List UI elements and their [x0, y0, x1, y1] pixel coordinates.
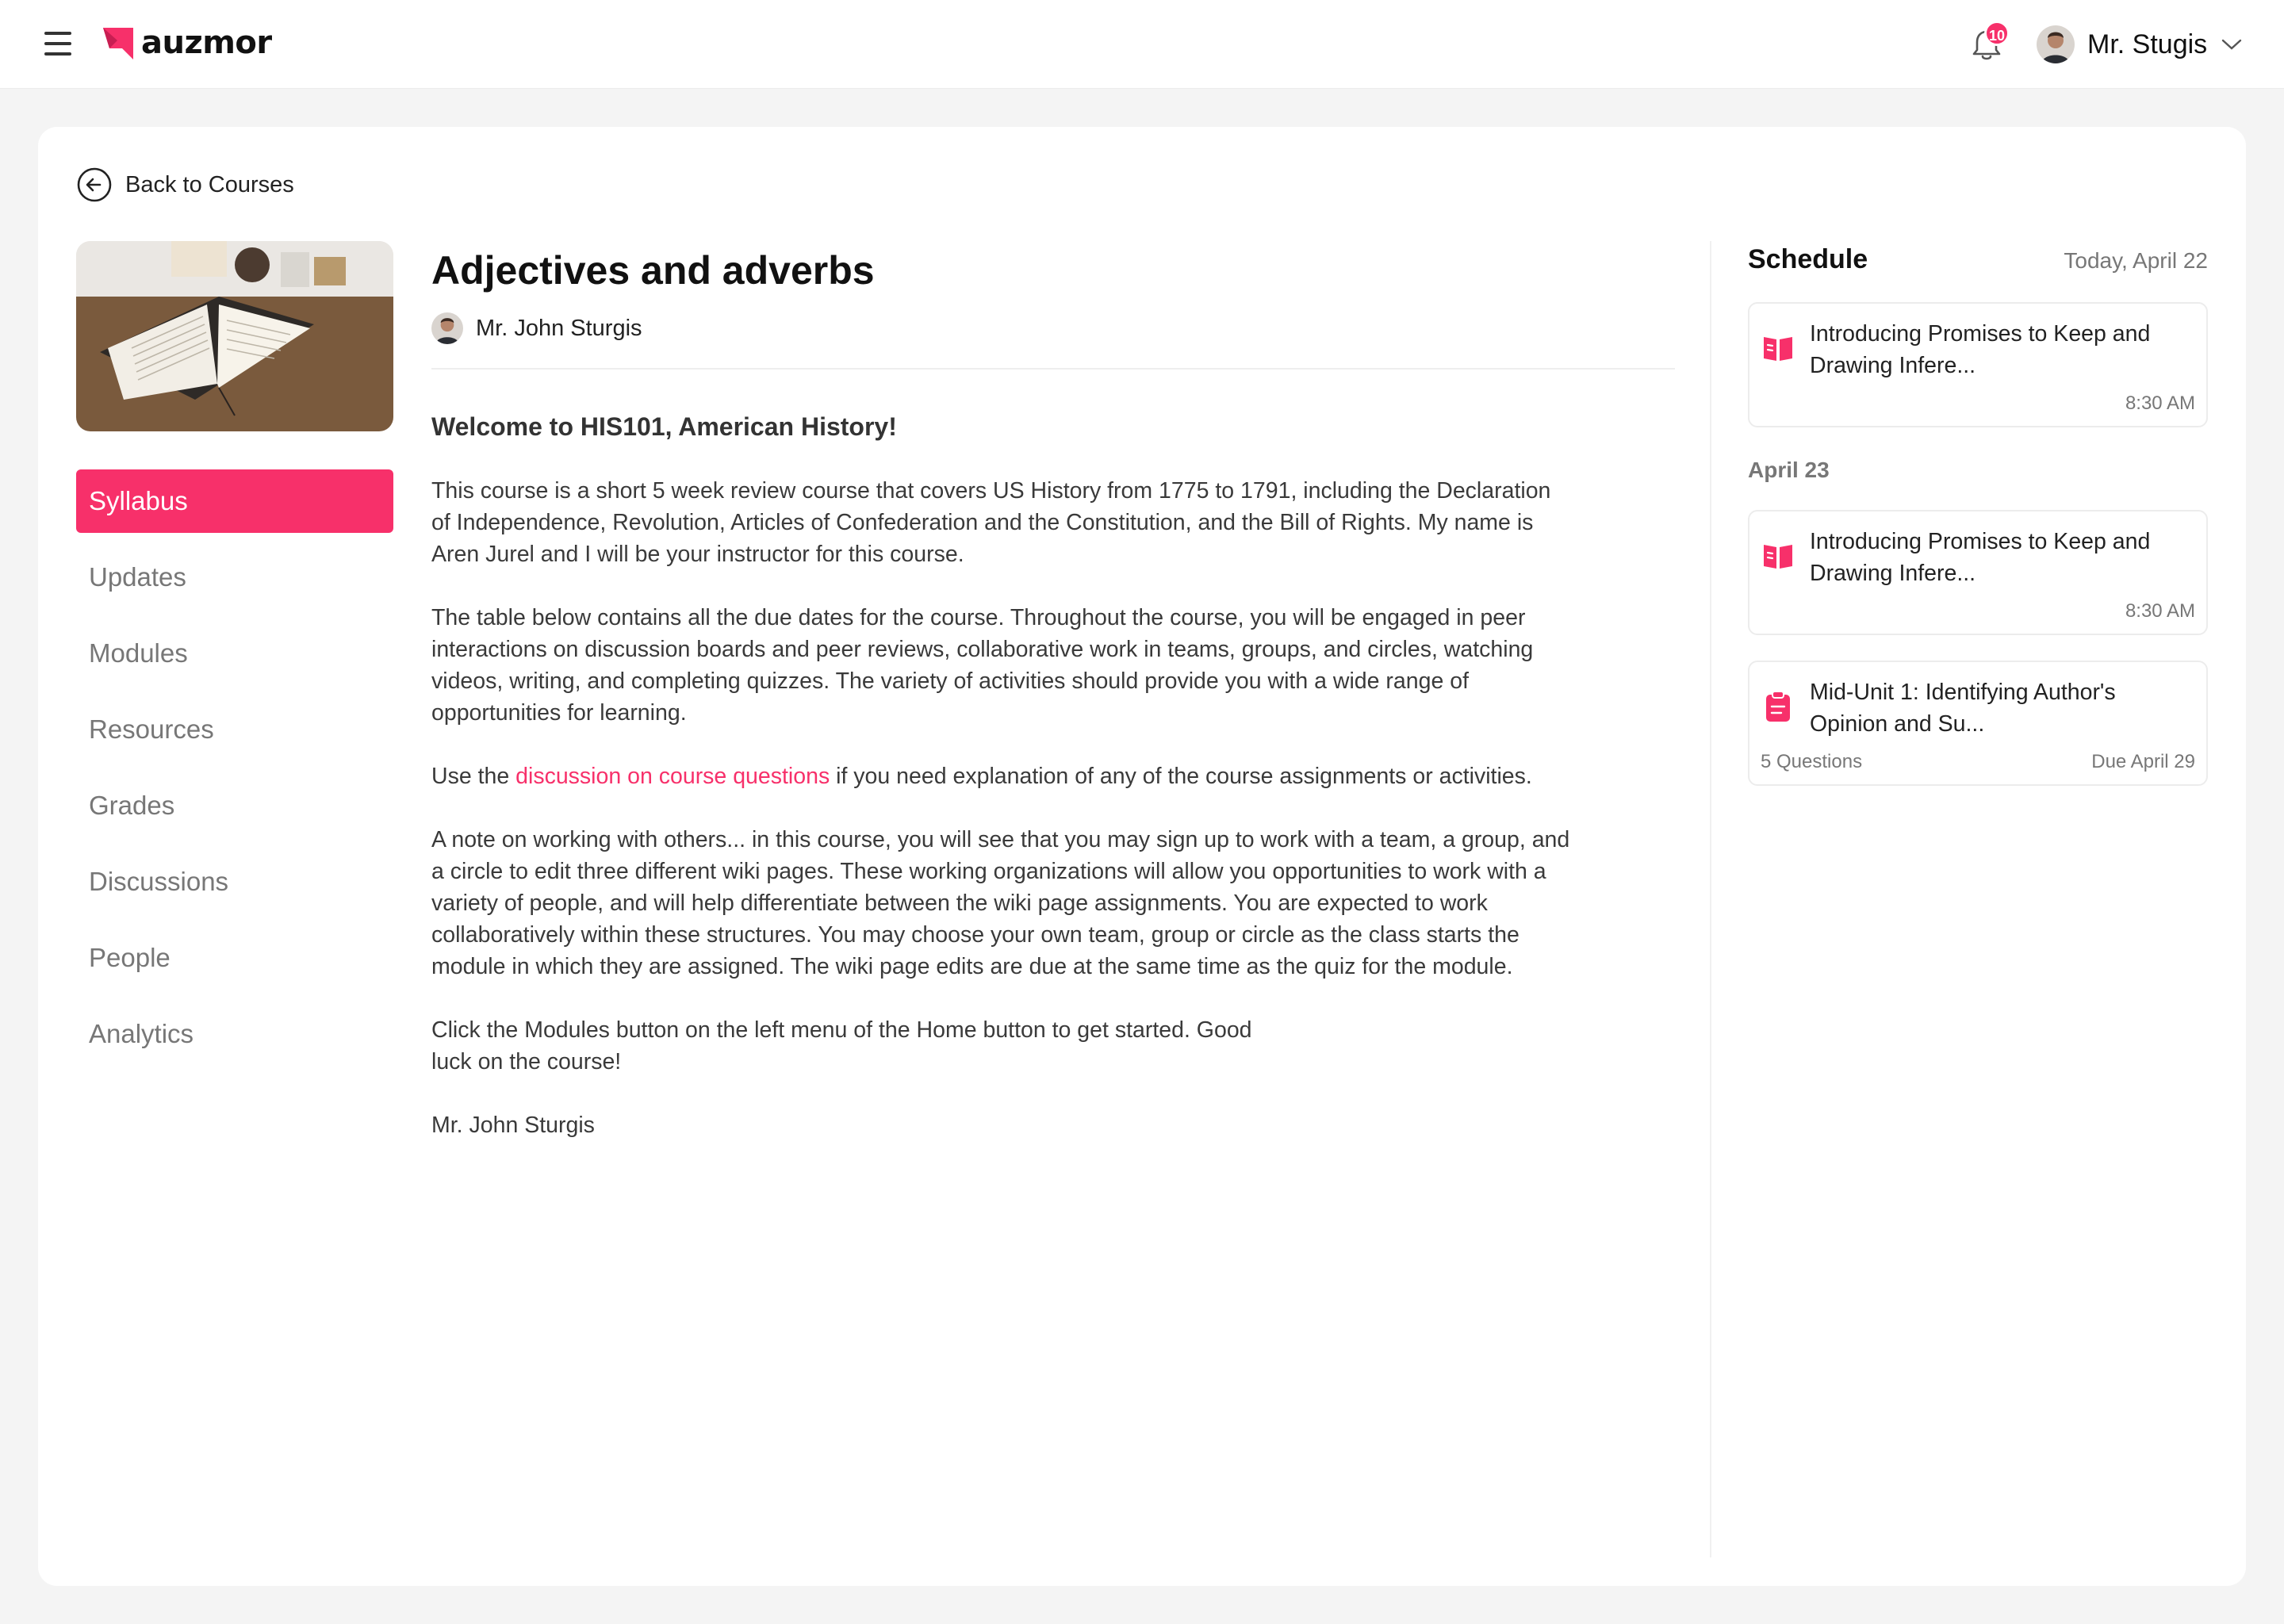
user-name: Mr. Stugis: [2087, 29, 2208, 59]
course-nav: Syllabus Updates Modules Resources Grade…: [76, 469, 393, 1078]
schedule-item-footer: 5 Questions Due April 29: [1761, 751, 2195, 773]
nav-item-people[interactable]: People: [76, 926, 393, 990]
user-avatar: [2037, 25, 2075, 63]
discussion-link[interactable]: discussion on course questions: [515, 764, 830, 789]
instructor-name: Mr. John Sturgis: [476, 315, 642, 341]
schedule-item-title: Introducing Promises to Keep and Drawing…: [1810, 529, 2151, 586]
column-divider: [1710, 241, 1711, 1557]
nav-item-updates[interactable]: Updates: [76, 546, 393, 609]
schedule-item-title: Introducing Promises to Keep and Drawing…: [1810, 321, 2151, 378]
back-to-courses-link[interactable]: Back to Courses: [76, 167, 294, 203]
paragraph-discussion: Use the discussion on course questions i…: [431, 760, 1573, 792]
logo-mark-icon: [103, 28, 133, 59]
discussion-text-before: Use the: [431, 764, 516, 789]
schedule-title: Schedule: [1748, 244, 1868, 274]
instructor-avatar: [431, 312, 463, 344]
paragraph-get-started: Click the Modules button on the left men…: [431, 1017, 1252, 1074]
menu-icon[interactable]: [44, 32, 71, 56]
nav-item-grades[interactable]: Grades: [76, 774, 393, 837]
discussion-text-after: if you need explanation of any of the co…: [830, 764, 1532, 789]
paragraph-due-dates: The table below contains all the due dat…: [431, 605, 1534, 726]
course-thumbnail: [76, 241, 393, 431]
paragraph-working-with-others: A note on working with others... in this…: [431, 827, 1570, 979]
question-count: 5 Questions: [1761, 751, 1863, 772]
clipboard-icon: [1766, 691, 1790, 722]
schedule-header: Schedule Today, April 22: [1748, 244, 2208, 275]
due-date: Due April 29: [2091, 751, 2195, 772]
book-open-icon: [1764, 337, 1792, 361]
chevron-down-icon: [2221, 39, 2242, 50]
book-open-icon: [1764, 545, 1792, 569]
syllabus-content: Adjectives and adverbs Mr. John Sturgis …: [431, 241, 1675, 1141]
nav-item-resources[interactable]: Resources: [76, 698, 393, 761]
notification-count-badge: 10: [1984, 21, 2010, 46]
nav-item-analytics[interactable]: Analytics: [76, 1002, 393, 1066]
schedule-item-quiz[interactable]: Mid-Unit 1: Identifying Author's Opinion…: [1748, 661, 2208, 786]
welcome-heading: Welcome to HIS101, American History!: [431, 412, 897, 441]
nav-item-syllabus[interactable]: Syllabus: [76, 469, 393, 533]
divider: [431, 368, 1675, 370]
course-card: Back to Courses Syllabus Updates Modules…: [38, 127, 2246, 1586]
top-bar: auzmor 10 Mr. Stugis: [0, 0, 2284, 89]
schedule-item[interactable]: Introducing Promises to Keep and Drawing…: [1748, 510, 2208, 635]
schedule-item-title: Mid-Unit 1: Identifying Author's Opinion…: [1810, 680, 2116, 737]
user-menu[interactable]: Mr. Stugis: [2037, 22, 2242, 67]
schedule-today-date: Today, April 22: [2064, 248, 2208, 273]
course-title: Adjectives and adverbs: [431, 248, 875, 293]
brand-logo[interactable]: auzmor: [102, 24, 272, 62]
schedule-item[interactable]: Introducing Promises to Keep and Drawing…: [1748, 302, 2208, 427]
signature: Mr. John Sturgis: [431, 1113, 595, 1138]
paragraph-intro: This course is a short 5 week review cou…: [431, 478, 1551, 567]
schedule-item-time: 8:30 AM: [2125, 393, 2195, 414]
nav-item-discussions[interactable]: Discussions: [76, 850, 393, 914]
schedule-day-label: April 23: [1748, 458, 1830, 482]
nav-item-modules[interactable]: Modules: [76, 622, 393, 685]
instructor: Mr. John Sturgis: [431, 312, 1675, 344]
brand-name: auzmor: [141, 25, 272, 61]
schedule-item-time: 8:30 AM: [2125, 600, 2195, 622]
schedule-panel: Schedule Today, April 22 Introducing Pro…: [1748, 244, 2208, 786]
arrow-left-circle-icon: [77, 167, 112, 202]
back-link-label: Back to Courses: [125, 171, 294, 197]
